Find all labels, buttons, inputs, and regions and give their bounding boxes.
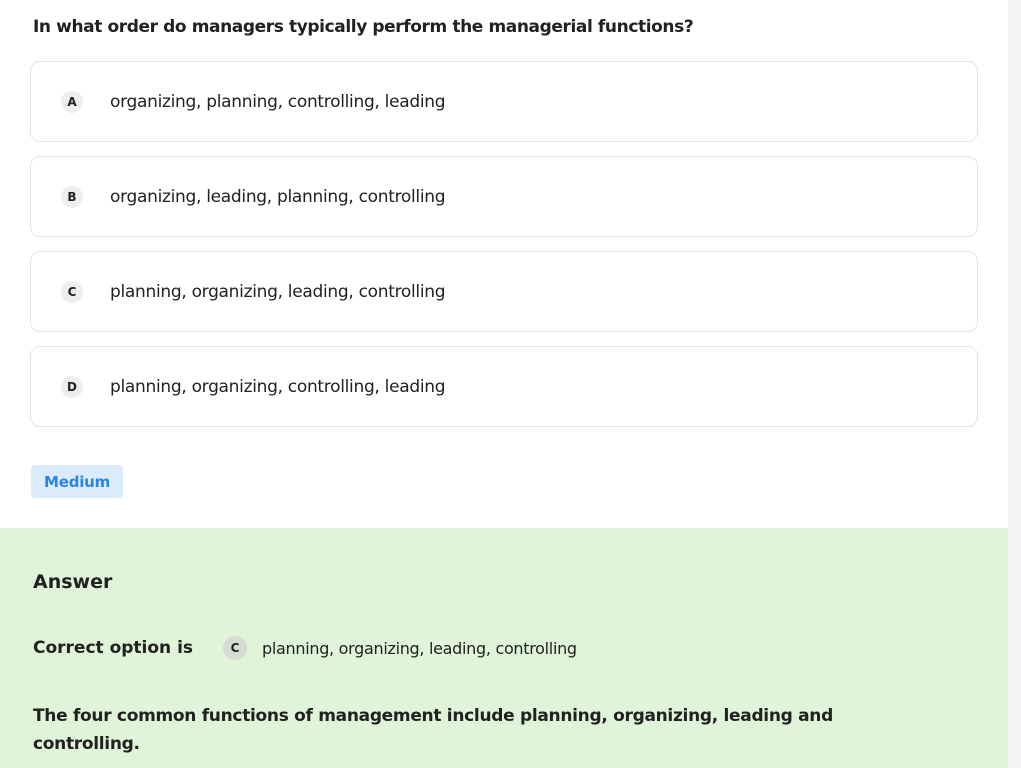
option-c[interactable]: C planning, organizing, leading, control… xyxy=(30,251,978,332)
difficulty-badge: Medium xyxy=(31,465,124,498)
options-list: A organizing, planning, controlling, lea… xyxy=(30,61,978,441)
option-text: planning, organizing, leading, controlli… xyxy=(110,281,446,302)
option-text: organizing, leading, planning, controlli… xyxy=(110,186,446,207)
correct-option-label: Correct option is xyxy=(33,638,194,658)
option-text: planning, organizing, controlling, leadi… xyxy=(110,376,446,397)
option-b[interactable]: B organizing, leading, planning, control… xyxy=(30,156,978,237)
option-letter-badge: A xyxy=(61,90,83,113)
option-letter-badge: B xyxy=(61,185,83,208)
scrollbar-track[interactable] xyxy=(1008,0,1021,768)
question-text: In what order do managers typically perf… xyxy=(33,17,694,37)
answer-panel: Answer Correct option is C planning, org… xyxy=(0,528,1008,768)
option-a[interactable]: A organizing, planning, controlling, lea… xyxy=(30,61,978,142)
option-d[interactable]: D planning, organizing, controlling, lea… xyxy=(30,346,978,427)
correct-option-letter-badge: C xyxy=(223,636,248,660)
correct-option-row: Correct option is C planning, organizing… xyxy=(33,636,577,660)
option-letter-badge: C xyxy=(61,280,83,303)
correct-option-text: planning, organizing, leading, controlli… xyxy=(262,638,577,658)
answer-explanation: The four common functions of management … xyxy=(33,706,833,754)
option-text: organizing, planning, controlling, leadi… xyxy=(110,91,446,112)
question-page: In what order do managers typically perf… xyxy=(0,0,1008,768)
answer-heading: Answer xyxy=(33,571,113,593)
option-letter-badge: D xyxy=(61,375,83,398)
